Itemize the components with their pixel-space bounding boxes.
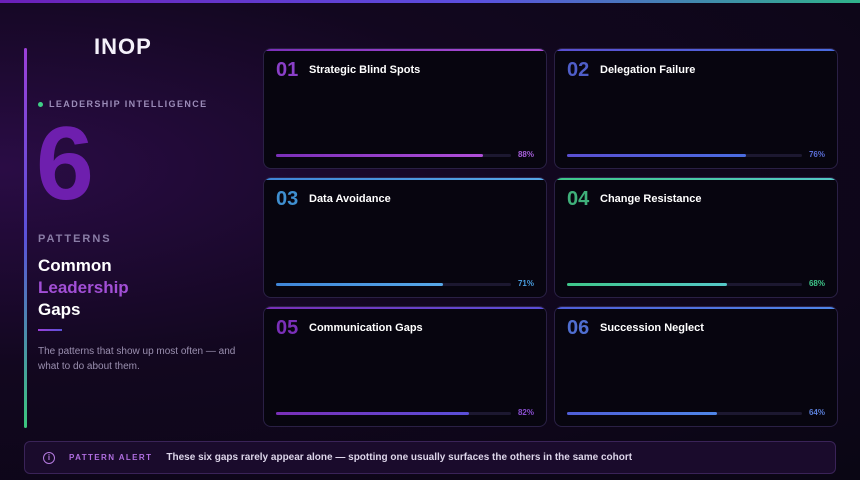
alert-label: PATTERN ALERT	[69, 453, 153, 462]
progress-percent: 68%	[808, 279, 825, 288]
card-title: Strategic Blind Spots	[309, 64, 421, 76]
card-number: 03	[276, 188, 299, 210]
patterns-label: PATTERNS	[38, 233, 112, 245]
page-description: The patterns that show up most often — a…	[38, 346, 236, 372]
card-accent-bar	[555, 178, 837, 180]
pattern-card[interactable]: 06 Succession Neglect 64%	[554, 306, 838, 427]
progress-track	[276, 154, 511, 157]
pattern-card[interactable]: 01 Strategic Blind Spots 88%	[263, 48, 547, 169]
card-title: Data Avoidance	[309, 193, 391, 205]
pattern-card[interactable]: 03 Data Avoidance 71%	[263, 177, 547, 298]
card-title: Succession Neglect	[600, 322, 704, 334]
pattern-card[interactable]: 02 Delegation Failure 76%	[554, 48, 838, 169]
top-accent-bar	[0, 0, 860, 3]
card-accent-bar	[555, 49, 837, 51]
progress-percent: 82%	[517, 408, 534, 417]
progress-fill	[276, 154, 483, 157]
card-number: 05	[276, 317, 299, 339]
brand-logo: INOP	[94, 34, 152, 59]
card-title: Change Resistance	[600, 193, 702, 205]
card-title: Communication Gaps	[309, 322, 423, 334]
progress-percent: 88%	[517, 150, 534, 159]
card-accent-bar	[264, 49, 546, 51]
card-number: 06	[567, 317, 590, 339]
pattern-card[interactable]: 05 Communication Gaps 82%	[263, 306, 547, 427]
card-title: Delegation Failure	[600, 64, 696, 76]
progress-fill	[567, 154, 746, 157]
title-line-3: Gaps	[38, 300, 81, 319]
card-accent-bar	[264, 307, 546, 309]
progress-fill	[567, 412, 718, 415]
title-divider	[38, 329, 62, 331]
progress-track	[567, 412, 802, 415]
title-line-1: Common	[38, 256, 112, 275]
progress-fill	[276, 412, 469, 415]
progress-fill	[567, 283, 727, 286]
pattern-card[interactable]: 04 Change Resistance 68%	[554, 177, 838, 298]
card-accent-bar	[264, 178, 546, 180]
progress-fill	[276, 283, 443, 286]
progress-percent: 71%	[517, 279, 534, 288]
pattern-count: 6	[36, 106, 94, 222]
progress-percent: 76%	[808, 150, 825, 159]
progress-percent: 64%	[808, 408, 825, 417]
progress-track	[567, 154, 802, 157]
progress-track	[567, 283, 802, 286]
card-number: 01	[276, 59, 299, 81]
card-number: 02	[567, 59, 590, 81]
pattern-alert-banner: i PATTERN ALERT These six gaps rarely ap…	[24, 441, 836, 474]
progress-track	[276, 283, 511, 286]
card-accent-bar	[555, 307, 837, 309]
side-accent-line	[24, 48, 27, 428]
progress-track	[276, 412, 511, 415]
title-line-2: Leadership	[38, 278, 129, 297]
alert-message: These six gaps rarely appear alone — spo…	[166, 452, 633, 463]
card-number: 04	[567, 188, 590, 210]
page-title: Common Leadership Gaps	[38, 255, 129, 321]
info-icon: i	[43, 451, 55, 464]
